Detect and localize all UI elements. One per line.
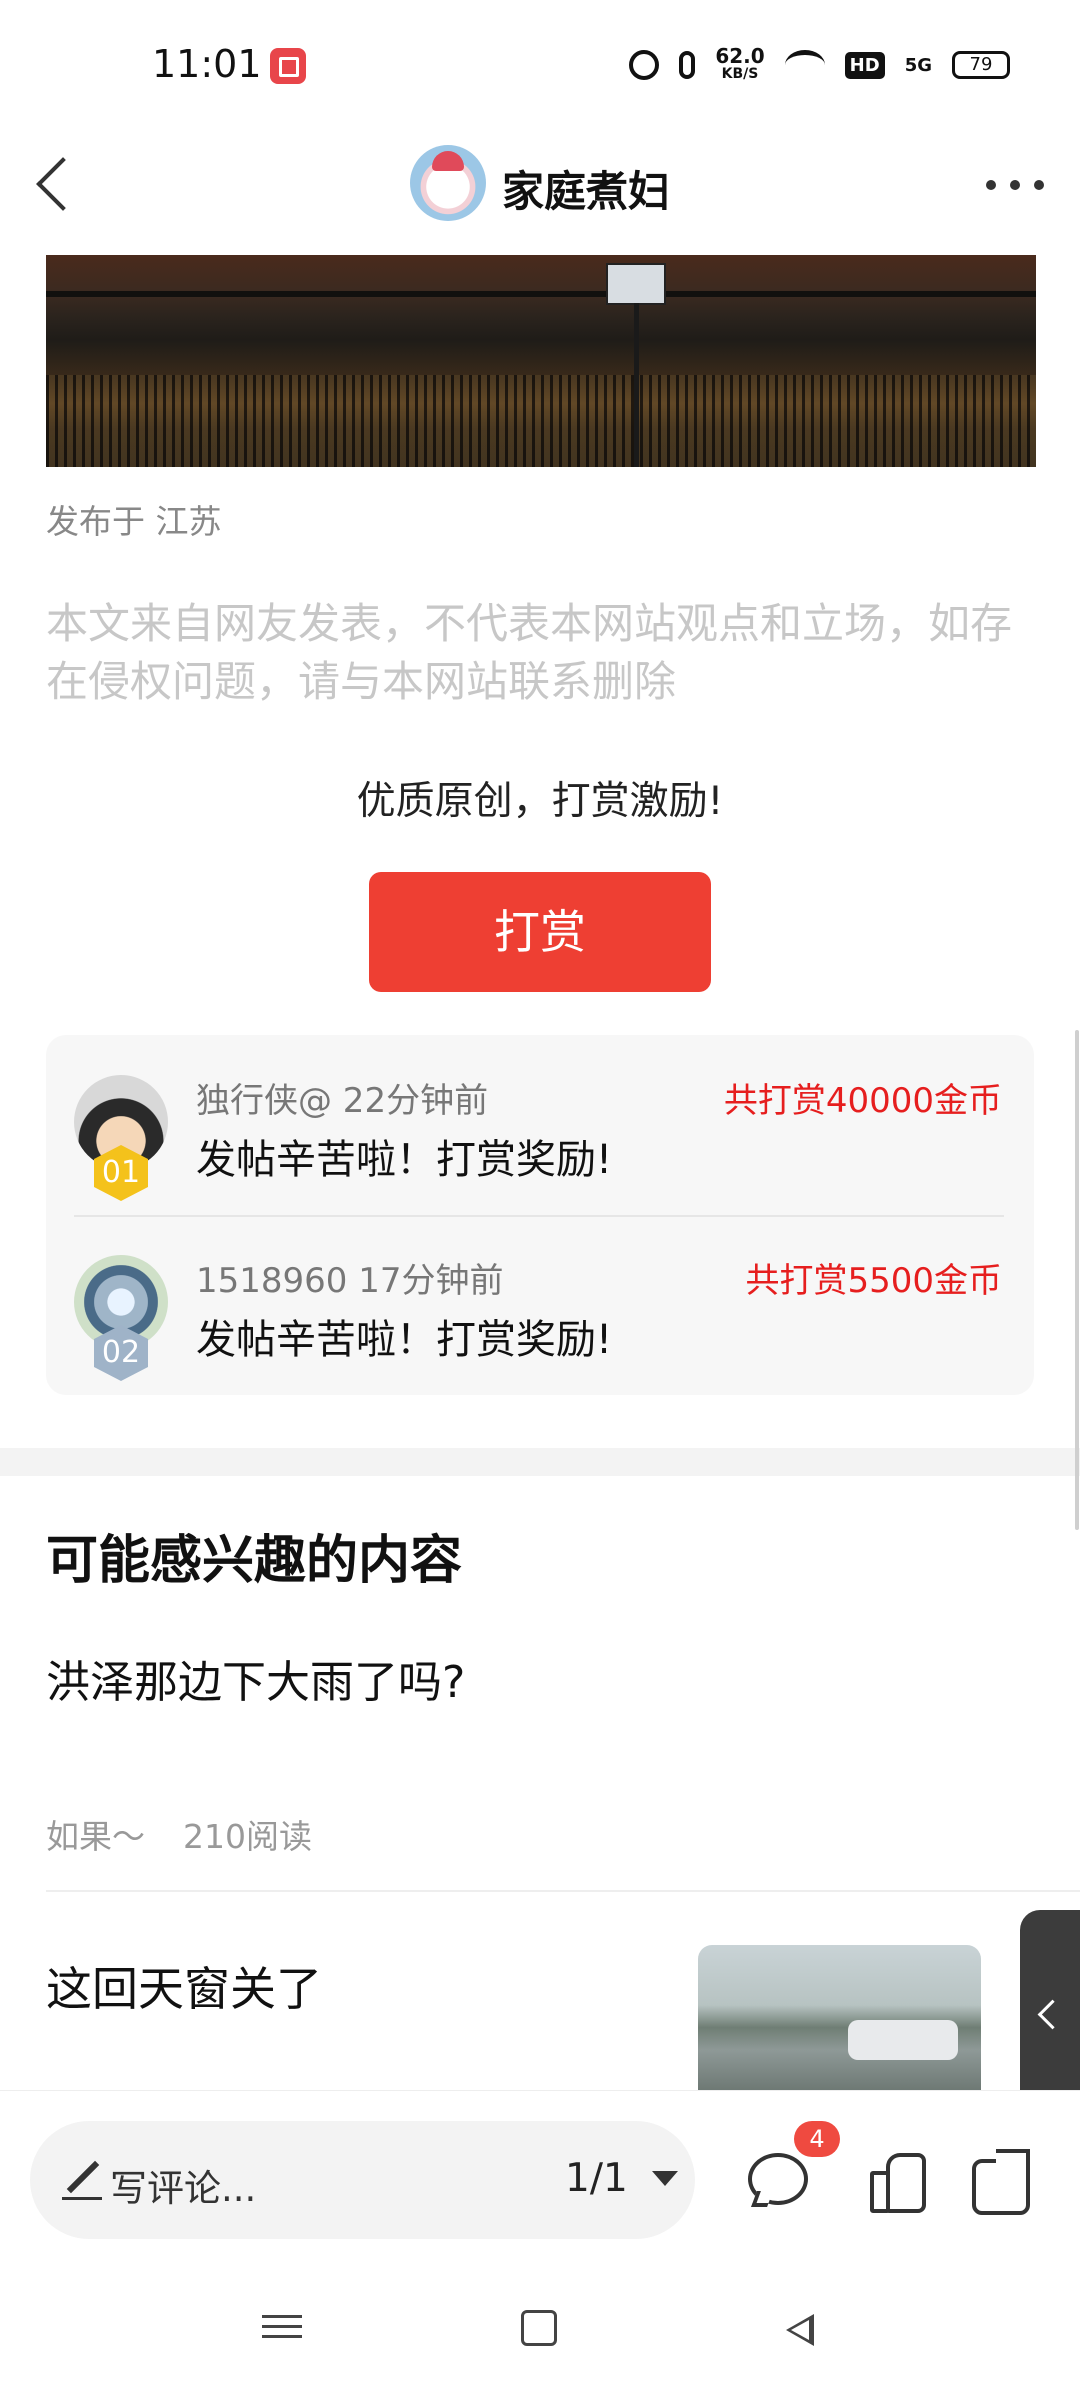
reward-prompt: 优质原创，打赏激励! (356, 779, 724, 824)
publish-location: 发布于 江苏 (46, 502, 222, 541)
reward-entry[interactable]: 02 1518960 17分钟前 共打赏5500金币 发帖辛苦啦！打赏奖励! (46, 1215, 1034, 1395)
reward-user: 1518960 17分钟前 (196, 1261, 504, 1301)
list-item-title[interactable]: 洪泽那边下大雨了吗? (46, 1646, 465, 1710)
sign-pole (634, 303, 639, 467)
section-separator (0, 1448, 1080, 1476)
dropdown-icon[interactable] (652, 2171, 678, 2186)
list-item[interactable]: 这回天窗关了 (0, 1893, 1080, 2095)
reward-message: 发帖辛苦啦！打赏奖励! (196, 1317, 613, 1363)
system-nav-bar (0, 2270, 1080, 2400)
pen-icon (62, 2157, 106, 2201)
status-icons: 62.0 KB/S HD 5G 79 (629, 40, 1010, 90)
comment-placeholder[interactable]: 写评论... (110, 2158, 256, 2212)
post-image[interactable] (46, 255, 1036, 467)
back-icon[interactable] (22, 148, 92, 218)
disclaimer-text: 本文来自网友发表，不代表本网站观点和立场，如存在侵权问题，请与本网站联系删除 (46, 599, 1013, 706)
speed-unit: KB/S (721, 66, 759, 82)
circle-title[interactable]: 家庭煮妇 (502, 158, 670, 219)
list-item-reads: 210阅读 (183, 1817, 312, 1856)
network-speed: 62.0 KB/S (715, 46, 764, 83)
scrollbar[interactable] (1075, 1030, 1079, 1530)
app-notification-icon (270, 48, 306, 84)
list-item-meta: 如果～ 210阅读 (46, 1810, 312, 1858)
status-bar: 11:01 62.0 KB/S HD 5G 79 (0, 0, 1080, 130)
reward-entry[interactable]: 01 独行侠@ 22分钟前 共打赏40000金币 发帖辛苦啦！打赏奖励! (46, 1035, 1034, 1215)
reward-amount: 共打赏5500金币 (745, 1261, 1002, 1301)
divider (46, 1890, 1080, 1892)
share-icon[interactable] (970, 2149, 1032, 2215)
reward-user: 独行侠@ 22分钟前 (196, 1081, 489, 1121)
list-item-author: 如果～ (46, 1817, 145, 1856)
menu-icon[interactable] (262, 2308, 302, 2348)
list-item-thumbnail[interactable] (698, 1945, 981, 2095)
reward-message: 发帖辛苦啦！打赏奖励! (196, 1137, 613, 1183)
wifi-icon (784, 50, 825, 80)
reward-amount: 共打赏40000金币 (723, 1081, 1002, 1121)
battery-icon: 79 (952, 51, 1010, 79)
signal-5g-icon: 5G (904, 54, 932, 76)
alarm-icon (629, 50, 660, 80)
comment-count-badge: 4 (794, 2121, 840, 2157)
sign-board (606, 263, 666, 305)
reward-list: 01 独行侠@ 22分钟前 共打赏40000金币 发帖辛苦啦！打赏奖励! 02 … (46, 1035, 1034, 1395)
recommend-title: 可能感兴趣的内容 (46, 1531, 463, 1591)
top-header: 家庭煮妇 (0, 130, 1080, 255)
list-item-title[interactable]: 这回天窗关了 (46, 1953, 322, 2019)
more-icon[interactable] (980, 160, 1050, 210)
status-time: 11:01 (152, 42, 262, 86)
comment-input[interactable]: 写评论... 1/1 (30, 2121, 695, 2239)
list-item[interactable]: 洪泽那边下大雨了吗? 如果～ 210阅读 (0, 1620, 1080, 1892)
hd-icon: HD (844, 51, 885, 79)
microphone-icon (679, 51, 696, 79)
page-indicator[interactable]: 1/1 (565, 2156, 628, 2201)
home-icon[interactable] (521, 2310, 557, 2346)
nav-back-icon[interactable] (780, 2310, 816, 2346)
comment-icon[interactable] (746, 2149, 808, 2211)
circle-avatar[interactable] (410, 145, 486, 221)
reward-button[interactable]: 打赏 (369, 872, 711, 992)
like-icon[interactable] (866, 2149, 928, 2213)
bottom-action-bar: 写评论... 1/1 4 (0, 2090, 1080, 2270)
